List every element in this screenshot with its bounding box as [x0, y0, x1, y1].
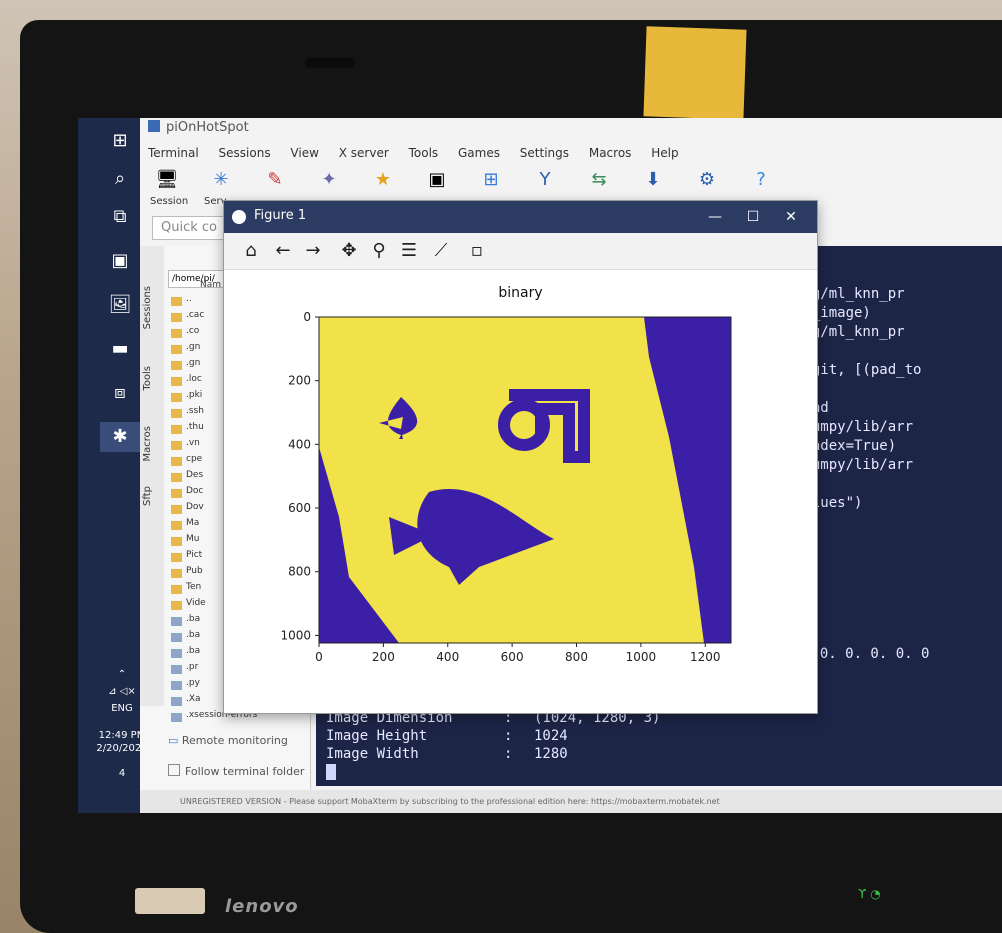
configure-subplots-icon[interactable]: ☰: [396, 238, 422, 264]
monitor-icon: ▭: [168, 734, 182, 747]
xserver-icon[interactable]: ▣: [420, 166, 454, 196]
terminal-cursor: [326, 764, 336, 780]
webcam: [305, 58, 355, 68]
x-tick-label: 0: [315, 650, 323, 664]
menu-view[interactable]: View: [290, 146, 318, 160]
menu-macros[interactable]: Macros: [589, 146, 632, 160]
figure-app-icon: [232, 210, 246, 224]
servers-icon[interactable]: ✳: [204, 166, 238, 196]
games-icon[interactable]: ✦: [312, 166, 346, 196]
tab-sessions[interactable]: Sessions: [142, 286, 162, 329]
lenovo-logo: lenovo: [225, 896, 299, 917]
star-icon[interactable]: ★: [366, 166, 400, 196]
image-info-value: 1280: [534, 746, 568, 762]
x-tick-label: 1200: [690, 650, 721, 664]
image-info-colon: :: [504, 746, 513, 762]
menu-x-server[interactable]: X server: [339, 146, 389, 160]
window-title: piOnHotSpot: [148, 120, 249, 140]
settings-icon[interactable]: ⚙: [690, 166, 724, 196]
mobaxterm-icon: [148, 120, 160, 132]
status-led: ϒ ◔: [858, 887, 881, 901]
mobaxterm-taskbar-icon[interactable]: ✱: [100, 422, 140, 452]
image-info-label: Image Width: [326, 746, 419, 762]
menu-bar: Terminal Sessions View X server Tools Ga…: [148, 146, 695, 160]
name-column-header[interactable]: Nam: [200, 280, 221, 290]
menu-sessions[interactable]: Sessions: [219, 146, 271, 160]
x-tick-label: 400: [436, 650, 459, 664]
y-tick-label: 200: [288, 374, 311, 388]
help-icon[interactable]: ?: [744, 166, 778, 196]
tab-tools[interactable]: Tools: [142, 366, 162, 391]
tunneling-icon[interactable]: ⇆: [582, 166, 616, 196]
figure-title: Figure 1: [254, 208, 307, 223]
remote-monitoring-button[interactable]: ▭ Remote monitoring: [168, 734, 308, 756]
session-icon[interactable]: 🖥: [150, 166, 184, 196]
forward-icon[interactable]: →: [300, 238, 326, 264]
x-tick-label: 600: [501, 650, 524, 664]
x-tick-label: 1000: [626, 650, 657, 664]
y-tick-label: 600: [288, 501, 311, 515]
plot-area: binary 0 200 400 600 800 1000 1200 0 200 400 600 80…: [224, 269, 817, 713]
search-icon[interactable]: ⌕: [100, 164, 140, 194]
back-icon[interactable]: ←: [270, 238, 296, 264]
edit-axis-icon[interactable]: ⟋: [428, 238, 454, 264]
screen: ⊞ ⌕ ⧉ ▣ 🖼 ▬ ⧈ ✱ ⌃ ⊿ ◁× ENG 12:49 PM 2/20…: [78, 118, 1002, 813]
tools-icon[interactable]: ✎: [258, 166, 292, 196]
figure-titlebar: Figure 1 — ☐ ✕: [224, 201, 817, 233]
checkbox-box: [168, 764, 180, 776]
menu-help[interactable]: Help: [651, 146, 678, 160]
menu-tools[interactable]: Tools: [409, 146, 439, 160]
menu-terminal[interactable]: Terminal: [148, 146, 199, 160]
bezel-sticker: [135, 888, 205, 914]
multiexec-icon[interactable]: Y: [528, 166, 562, 196]
windows-start-icon[interactable]: ⊞: [100, 126, 140, 156]
session-label: Session: [150, 196, 189, 207]
packages-icon[interactable]: ⬇: [636, 166, 670, 196]
tape-sticker: [643, 26, 747, 120]
app-network-icon[interactable]: ⧈: [100, 378, 140, 408]
follow-terminal-checkbox[interactable]: Follow terminal folder: [168, 764, 308, 784]
x-tick-label: 800: [565, 650, 588, 664]
image-info-colon: :: [504, 728, 513, 744]
y-tick-label: 800: [288, 565, 311, 579]
status-bar: UNREGISTERED VERSION - Please support Mo…: [140, 790, 1002, 813]
tab-sftp[interactable]: Sftp: [142, 486, 162, 506]
menu-settings[interactable]: Settings: [520, 146, 569, 160]
zoom-icon[interactable]: ⚲: [366, 238, 392, 264]
x-tick-label: 200: [372, 650, 395, 664]
menu-games[interactable]: Games: [458, 146, 500, 160]
close-button[interactable]: ✕: [777, 205, 805, 229]
y-tick-label: 0: [303, 310, 311, 324]
pan-icon[interactable]: ✥: [336, 238, 362, 264]
app-image-icon[interactable]: 🖼: [100, 290, 140, 320]
task-view-icon[interactable]: ⧉: [100, 202, 140, 232]
tab-macros[interactable]: Macros: [142, 426, 162, 461]
plot-svg: 0 200 400 600 800 1000 1200 0 200 400 600 800 1000: [280, 310, 732, 664]
matplotlib-figure-window: Figure 1 — ☐ ✕ ⌂ ← → ✥ ⚲ ☰ ⟋ ▫ binary 02…: [223, 200, 818, 714]
app-photos-icon[interactable]: ▣: [100, 246, 140, 276]
home-icon[interactable]: ⌂: [238, 238, 264, 264]
y-tick-label: 1000: [280, 628, 311, 642]
app-device-icon[interactable]: ▬: [100, 334, 140, 364]
maximize-button[interactable]: ☐: [739, 205, 767, 229]
figure-toolbar: ⌂ ← → ✥ ⚲ ☰ ⟋ ▫: [224, 233, 817, 270]
minimize-button[interactable]: —: [701, 205, 729, 229]
image-info-label: Image Height: [326, 728, 428, 744]
save-icon[interactable]: ▫: [464, 238, 490, 264]
image-info-value: 1024: [534, 728, 568, 744]
y-tick-label: 400: [288, 437, 311, 451]
side-tabs: Sessions Tools Macros Sftp: [140, 246, 164, 706]
split-icon[interactable]: ⊞: [474, 166, 508, 196]
